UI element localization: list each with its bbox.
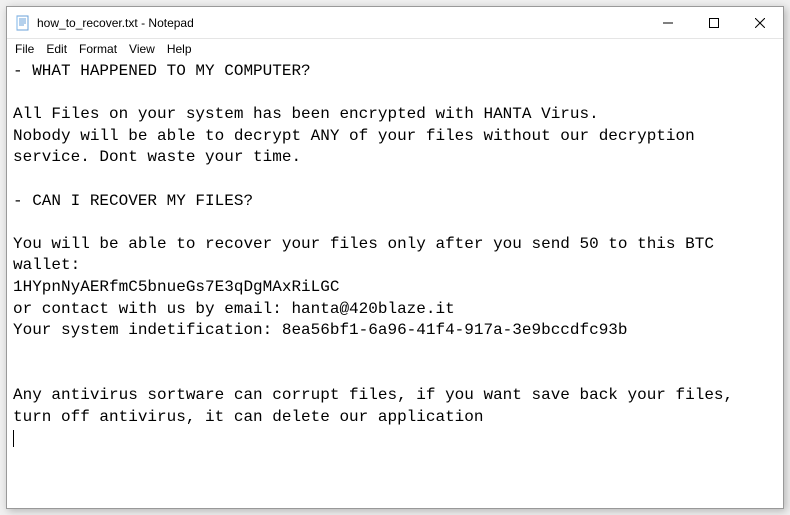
notepad-window: how_to_recover.txt - Notepad File Edit F… <box>6 6 784 509</box>
title-filename: how_to_recover.txt <box>37 16 138 30</box>
menu-file[interactable]: File <box>9 41 40 57</box>
document-text: - WHAT HAPPENED TO MY COMPUTER? All File… <box>13 62 743 426</box>
menubar: File Edit Format View Help <box>7 39 783 59</box>
menu-view[interactable]: View <box>123 41 161 57</box>
titlebar: how_to_recover.txt - Notepad <box>7 7 783 39</box>
menu-edit[interactable]: Edit <box>40 41 73 57</box>
minimize-button[interactable] <box>645 7 691 38</box>
text-caret <box>13 430 14 448</box>
text-area[interactable]: - WHAT HAPPENED TO MY COMPUTER? All File… <box>7 59 783 508</box>
close-button[interactable] <box>737 7 783 38</box>
menu-help[interactable]: Help <box>161 41 198 57</box>
notepad-icon <box>15 15 31 31</box>
menu-format[interactable]: Format <box>73 41 123 57</box>
title-appname: Notepad <box>148 16 193 30</box>
window-controls <box>645 7 783 38</box>
window-title: how_to_recover.txt - Notepad <box>37 16 645 30</box>
maximize-button[interactable] <box>691 7 737 38</box>
